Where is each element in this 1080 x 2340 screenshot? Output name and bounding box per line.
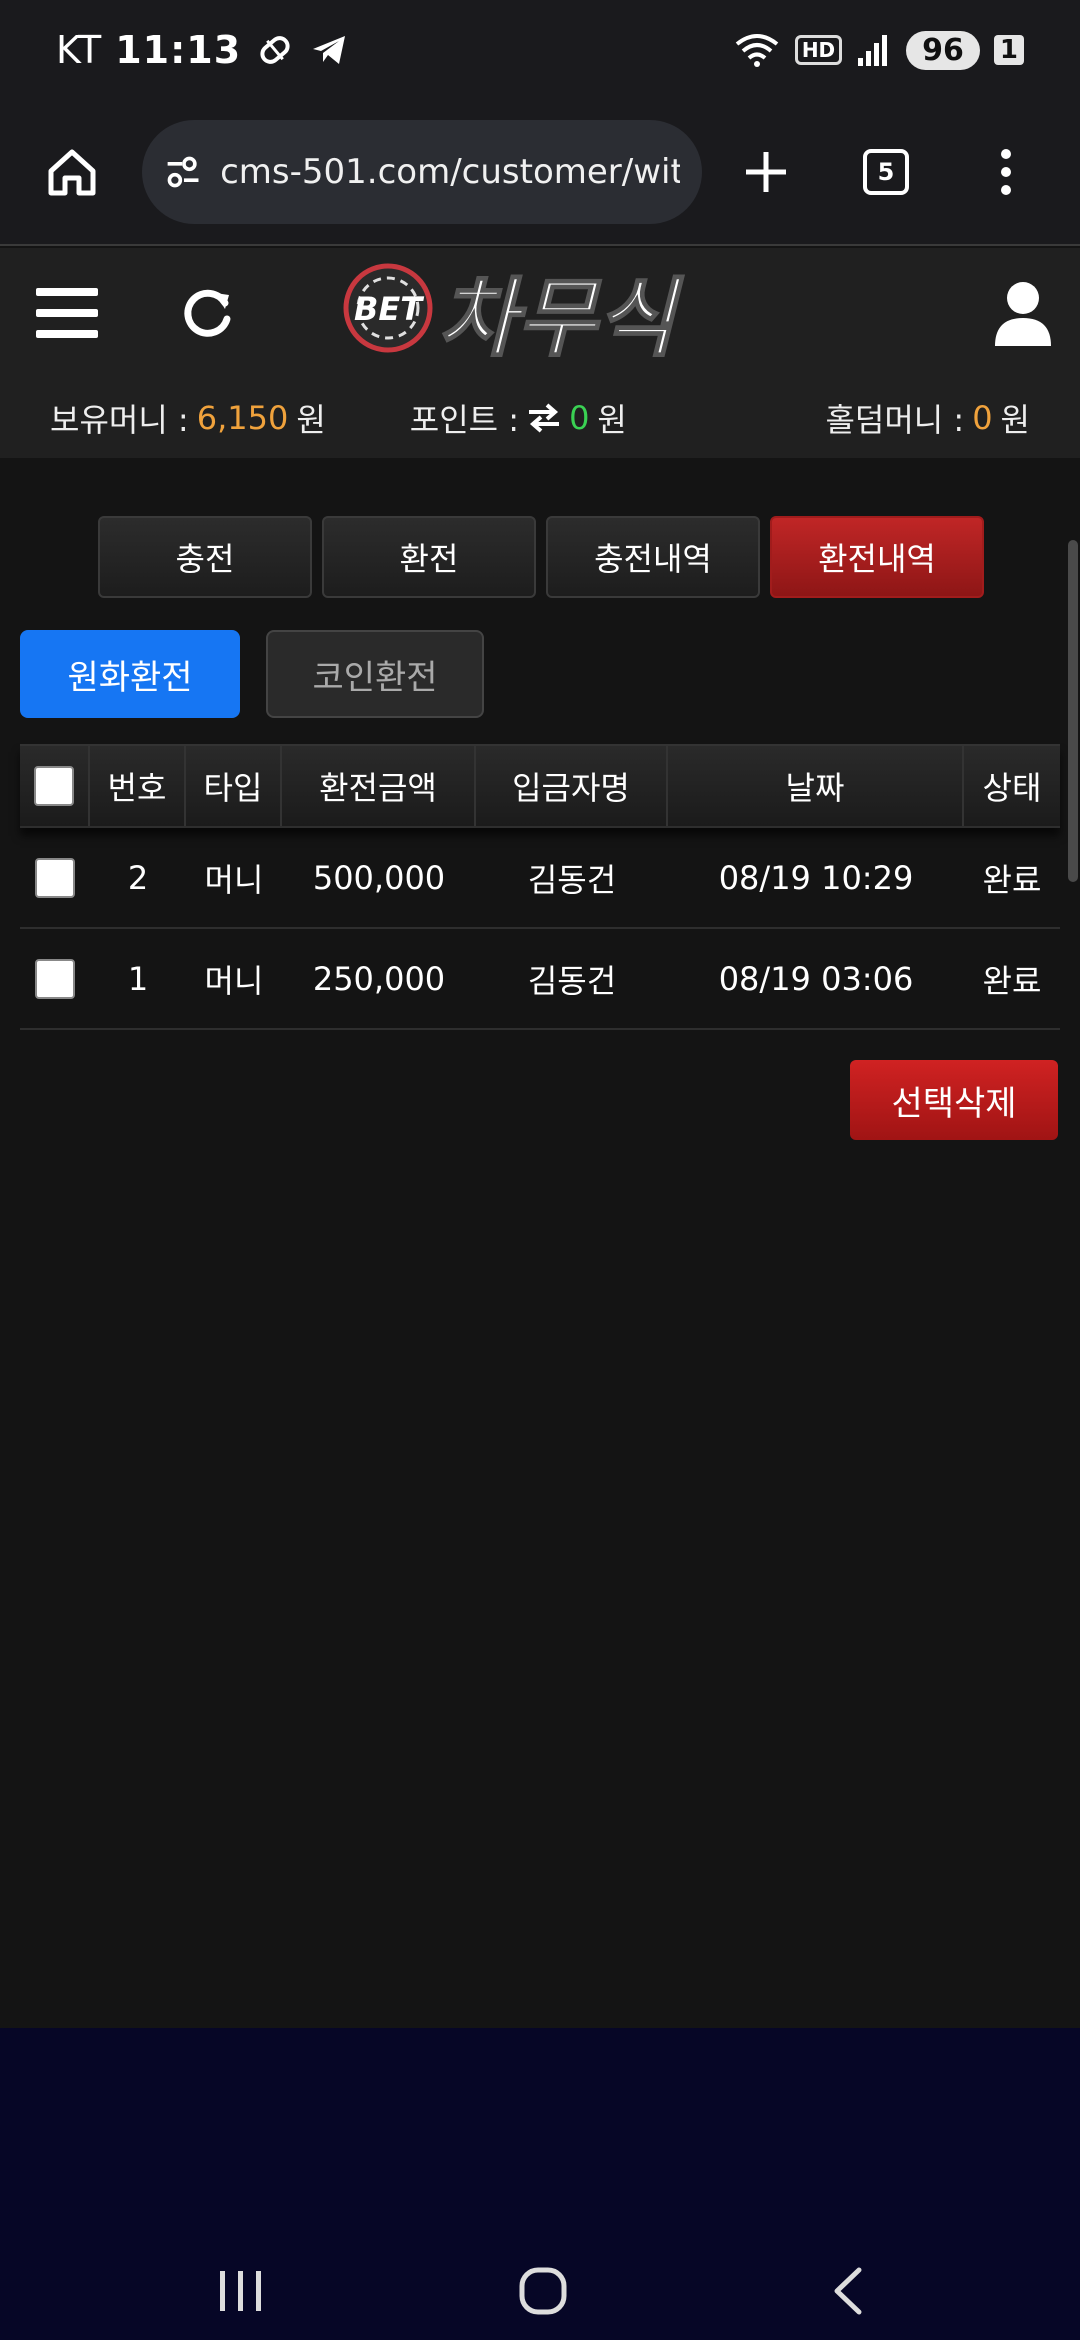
table-header-row: 번호 타입 환전금액 입금자명 날짜 상태 xyxy=(20,744,1060,828)
cell-amount: 250,000 xyxy=(312,959,446,998)
recent-apps-icon xyxy=(220,2271,261,2311)
subtab-krw-withdraw[interactable]: 원화환전 xyxy=(20,630,240,718)
row-checkbox[interactable] xyxy=(35,857,75,898)
header-type: 타입 xyxy=(186,746,282,826)
logo-graphic: BET 차무식 xyxy=(343,263,685,370)
logo-small-text: BET xyxy=(354,290,424,328)
cell-date: 08/19 10:29 xyxy=(718,858,914,897)
main-tabs: 충전 환전 충전내역 환전내역 xyxy=(98,516,984,598)
browser-toolbar: cms-501.com/customer/withd 5 xyxy=(0,100,1080,246)
address-bar[interactable]: cms-501.com/customer/withd xyxy=(142,120,702,224)
carrier-label: KT xyxy=(56,28,102,72)
withdraw-history-table: 번호 타입 환전금액 입금자명 날짜 상태 2 머니 500,000 김동건 0… xyxy=(20,744,1060,1030)
tab-withdraw[interactable]: 환전 xyxy=(322,516,536,598)
balance-row: 보유머니 : 6,150 원 포인트 : 0 원 홀덤머니 : 0 원 xyxy=(0,378,1080,458)
status-left: KT 11:13 xyxy=(56,28,349,72)
main-content: 충전 환전 충전내역 환전내역 원화환전 코인환전 번호 타입 환전금액 입금자… xyxy=(0,458,1080,2028)
money-unit: 원 xyxy=(296,401,326,439)
refresh-button[interactable] xyxy=(172,278,242,348)
back-icon xyxy=(834,2267,862,2315)
exchange-icon[interactable] xyxy=(527,403,561,433)
tab-deposit[interactable]: 충전 xyxy=(98,516,312,598)
new-tab-button[interactable] xyxy=(724,130,808,214)
battery-indicator: 96 xyxy=(906,30,980,70)
holdem-unit: 원 xyxy=(1000,401,1030,439)
delete-selected-button[interactable]: 선택삭제 xyxy=(850,1060,1058,1140)
subtab-coin-withdraw[interactable]: 코인환전 xyxy=(266,630,484,718)
cell-amount: 500,000 xyxy=(312,858,446,897)
system-nav-bar xyxy=(0,2028,1080,2340)
header-amount: 환전금액 xyxy=(282,746,476,826)
tab-count-icon: 5 xyxy=(863,149,909,195)
header-no: 번호 xyxy=(90,746,186,826)
point-balance: 포인트 : 0 원 xyxy=(410,395,627,441)
row-check-cell xyxy=(20,828,90,927)
home-button[interactable] xyxy=(30,130,114,214)
site-settings-icon xyxy=(167,156,199,188)
home-icon xyxy=(48,149,96,196)
header-status: 상태 xyxy=(982,769,1042,807)
tab-switcher-button[interactable]: 5 xyxy=(844,130,928,214)
home-nav-icon xyxy=(519,2267,567,2315)
header-top-row: BET 차무식 xyxy=(0,248,1080,378)
menu-button[interactable] xyxy=(32,278,102,348)
point-value: 0 xyxy=(569,399,590,437)
money-label: 보유머니 : xyxy=(50,401,189,439)
scrollbar[interactable] xyxy=(1068,540,1078,882)
clock: 11:13 xyxy=(115,28,242,72)
holdem-balance: 홀덤머니 : 0 원 xyxy=(825,395,1030,441)
pill-icon xyxy=(260,36,290,64)
cell-type: 머니 xyxy=(204,961,264,1000)
browser-menu-button[interactable] xyxy=(964,130,1048,214)
table-row: 2 머니 500,000 김동건 08/19 10:29 완료 xyxy=(20,828,1060,929)
header-depositor: 입금자명 xyxy=(476,746,668,826)
site-logo[interactable]: BET 차무식 xyxy=(338,256,730,370)
refresh-icon xyxy=(184,289,231,337)
point-unit: 원 xyxy=(597,401,627,439)
site-header: BET 차무식 보유머니 : 6,150 원 포인트 : 0 원 홀덤머니 : … xyxy=(0,248,1080,458)
status-bar: KT 11:13 HD 96 1 xyxy=(0,0,1080,100)
hd-badge: HD xyxy=(794,35,843,65)
home-nav-button[interactable] xyxy=(498,2246,588,2336)
tab-deposit-history[interactable]: 충전내역 xyxy=(546,516,760,598)
row-check-cell xyxy=(20,929,90,1028)
profile-button[interactable] xyxy=(988,274,1058,354)
more-vertical-icon xyxy=(1001,149,1011,195)
cell-no: 2 xyxy=(127,858,149,897)
signal-icon xyxy=(858,35,888,66)
cell-type: 머니 xyxy=(204,860,264,899)
holdem-value: 0 xyxy=(972,399,993,437)
sub-tabs: 원화환전 코인환전 xyxy=(20,630,484,718)
telegram-icon xyxy=(313,36,346,64)
recent-apps-button[interactable] xyxy=(196,2246,286,2336)
cell-date: 08/19 03:06 xyxy=(718,959,914,998)
plus-icon xyxy=(746,152,786,192)
money-value: 6,150 xyxy=(196,399,289,437)
cell-depositor: 김동건 xyxy=(527,961,617,1000)
status-right: HD 96 1 xyxy=(733,30,1024,70)
header-check-cell xyxy=(20,746,90,826)
cell-depositor: 김동건 xyxy=(527,860,617,899)
point-label: 포인트 : xyxy=(409,401,520,439)
cell-status: 완료 xyxy=(982,961,1042,1000)
sim-indicator: 1 xyxy=(993,35,1024,65)
back-button[interactable] xyxy=(802,2246,892,2336)
url-text: cms-501.com/customer/withd xyxy=(220,152,680,192)
tab-withdraw-history[interactable]: 환전내역 xyxy=(770,516,984,598)
cell-no: 1 xyxy=(127,959,149,998)
table-row: 1 머니 250,000 김동건 08/19 03:06 완료 xyxy=(20,929,1060,1030)
select-all-checkbox[interactable] xyxy=(34,766,74,806)
row-checkbox[interactable] xyxy=(35,958,75,999)
hamburger-icon xyxy=(36,288,98,338)
header-date: 날짜 xyxy=(668,746,964,826)
user-icon xyxy=(995,282,1051,346)
holdem-label: 홀덤머니 : xyxy=(825,401,965,439)
logo-main-text: 차무식 xyxy=(438,269,684,366)
wifi-icon xyxy=(735,34,779,67)
cell-status: 완료 xyxy=(982,860,1042,899)
money-balance: 보유머니 : 6,150 원 xyxy=(50,395,326,441)
